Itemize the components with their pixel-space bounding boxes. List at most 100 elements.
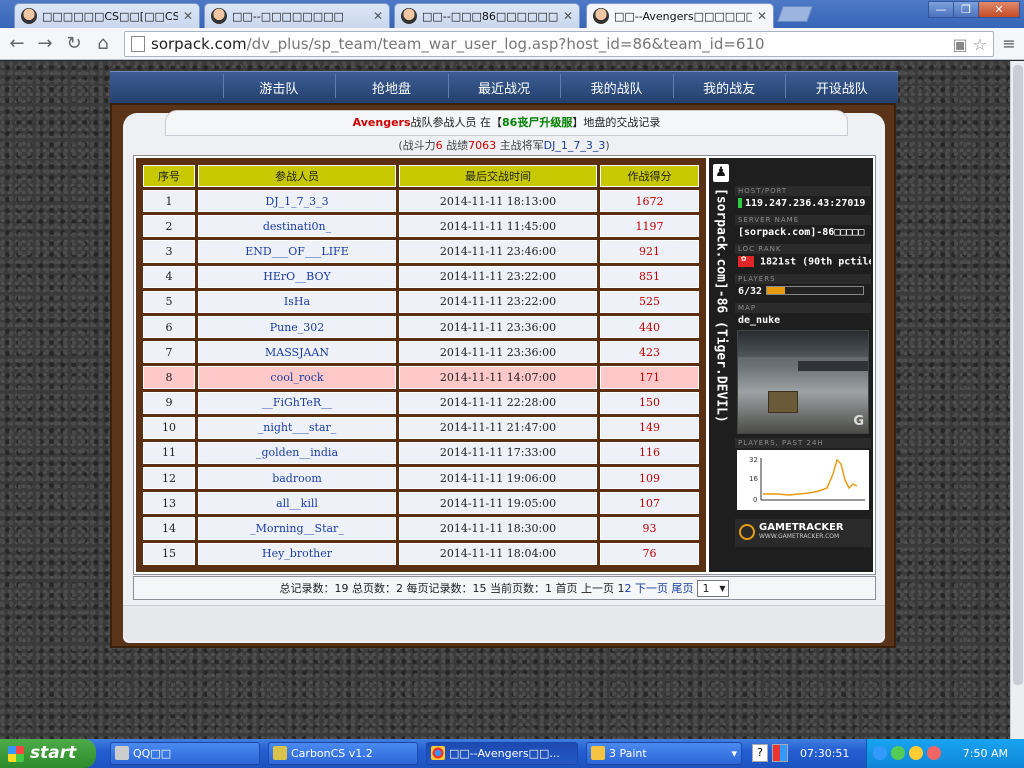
row-player-name[interactable]: all__kill <box>198 492 396 515</box>
last-page-link[interactable]: 尾页 <box>671 580 693 596</box>
taskbar-item-qq[interactable]: QQ□□ <box>110 742 260 765</box>
past-24h-label: PLAYERS, PAST 24H <box>735 437 871 448</box>
browser-tab-active[interactable]: □□--Avengers□□□□□□ ✕ <box>586 3 774 28</box>
taskbar-item-carboncs[interactable]: CarbonCS v1.2 <box>268 742 418 765</box>
panel-footer <box>123 605 885 641</box>
close-tab-icon[interactable]: ✕ <box>183 9 193 23</box>
scrollbar-thumb[interactable] <box>1013 65 1023 685</box>
row-player-name[interactable]: _Morning__Star_ <box>198 517 396 540</box>
tab-title: □□--□□□86□□□□□□□ <box>422 9 558 23</box>
nav-my-friends[interactable]: 我的战友 <box>672 74 786 98</box>
stats-captain[interactable]: DJ_1_7_3_3 <box>544 139 606 152</box>
bookmark-star-icon[interactable]: ▣ ☆ <box>952 35 987 54</box>
row-player-name[interactable]: Pune_302 <box>198 315 396 339</box>
taskbar-item-paint[interactable]: 3 Paint ▾ <box>586 742 742 765</box>
table-row: 11 _golden__india 2014-11-11 17:33:00 116 <box>143 441 699 465</box>
team-name[interactable]: Avengers <box>353 116 411 129</box>
taskbar-item-browser[interactable]: □□--Avengers□□... <box>426 742 578 765</box>
url-host: sorpack.com <box>151 35 247 53</box>
row-score: 851 <box>600 265 699 288</box>
home-icon[interactable]: ⌂ <box>92 33 114 54</box>
paint-icon <box>591 746 605 760</box>
favicon-icon <box>593 8 609 24</box>
nav-create-team[interactable]: 开设战队 <box>785 74 898 98</box>
table-row: 2 destinati0n_ 2014-11-11 11:45:00 1197 <box>143 215 699 238</box>
next-page-link[interactable]: 下一页 <box>635 580 668 596</box>
banner-details: HOST/PORT 119.247.236.43:27019 SERVER NA… <box>735 182 871 510</box>
page-2-link[interactable]: 2 <box>624 582 631 595</box>
stats-label: 战绩 <box>442 139 469 152</box>
forward-arrow-icon[interactable]: → <box>34 33 56 54</box>
app-icon[interactable] <box>772 744 788 762</box>
row-player-name[interactable]: cool_rock <box>198 366 396 389</box>
table-row: 13 all__kill 2014-11-11 19:05:00 107 <box>143 492 699 515</box>
gametracker-banner[interactable]: ♟ [sorpack.com]-86 (Tiger.DEVIL) HOST/PO… <box>709 158 873 572</box>
close-window-button[interactable]: ✕ <box>978 1 1020 18</box>
nav-territory[interactable]: 抢地盘 <box>335 74 448 98</box>
row-score: 525 <box>600 290 699 313</box>
players-label: PLAYERS <box>735 273 871 284</box>
rank-value: 1821st (90th pctile) <box>735 254 871 270</box>
row-player-name[interactable]: MASSJAAN <box>198 341 396 364</box>
table-row: 4 HErO__BOY 2014-11-11 23:22:00 851 <box>143 265 699 288</box>
close-tab-icon[interactable]: ✕ <box>757 9 767 23</box>
row-seq: 4 <box>143 265 195 288</box>
close-tab-icon[interactable]: ✕ <box>563 9 573 23</box>
host-address: 119.247.236.43:27019 <box>745 198 866 209</box>
tray-icon[interactable] <box>909 746 923 760</box>
menu-icon[interactable]: ≡ <box>1000 34 1018 53</box>
qq-icon <box>115 746 129 760</box>
back-arrow-icon[interactable]: ← <box>6 33 28 54</box>
row-score: 76 <box>600 542 699 565</box>
nav-recent-battles[interactable]: 最近战况 <box>447 74 561 98</box>
nav-guerrilla[interactable]: 游击队 <box>222 74 336 98</box>
page-select[interactable]: 1 <box>697 579 730 597</box>
tray-icon[interactable] <box>873 746 887 760</box>
browser-tab[interactable]: □□--□□□□□□□□ ✕ <box>204 3 390 28</box>
row-player-name[interactable]: DJ_1_7_3_3 <box>198 190 396 213</box>
row-player-name[interactable]: _night___star_ <box>198 416 396 439</box>
col-time-header: 最后交战时间 <box>399 165 597 187</box>
tray-icon[interactable] <box>891 746 905 760</box>
browser-toolbar: ← → ↻ ⌂ sorpack.com/dv_plus/sp_team/team… <box>0 28 1024 60</box>
row-player-name[interactable]: Hey_brother <box>198 542 396 565</box>
server-name[interactable]: 86丧尸升级服 <box>502 116 572 129</box>
row-seq: 14 <box>143 517 195 540</box>
row-score: 1672 <box>600 190 699 213</box>
row-last-battle-time: 2014-11-11 23:22:00 <box>399 265 597 288</box>
vertical-scrollbar[interactable] <box>1010 61 1024 739</box>
site-nav: 游击队 抢地盘 最近战况 我的战队 我的战友 开设战队 <box>110 71 898 103</box>
row-score: 921 <box>600 240 699 263</box>
tab-strip: □□□□□□CS□□[□□CS ✕ □□--□□□□□□□□ ✕ □□--□□□… <box>0 0 1024 28</box>
browser-tab[interactable]: □□--□□□86□□□□□□□ ✕ <box>394 3 580 28</box>
gametracker-brand[interactable]: GAMETRACKER WWW.GAMETRACKER.COM <box>735 519 871 547</box>
map-label: MAP <box>735 302 871 313</box>
row-seq: 9 <box>143 391 195 414</box>
address-bar[interactable]: sorpack.com/dv_plus/sp_team/team_war_use… <box>124 31 994 57</box>
col-score-header: 作战得分 <box>600 165 699 187</box>
map-wall <box>738 330 868 357</box>
row-score: 107 <box>600 492 699 515</box>
rank-label: LOC RANK <box>735 244 871 254</box>
browser-tab[interactable]: □□□□□□CS□□[□□CS ✕ <box>14 3 200 28</box>
row-player-name[interactable]: badroom <box>198 467 396 490</box>
row-score: 171 <box>600 366 699 389</box>
row-player-name[interactable]: HErO__BOY <box>198 265 396 288</box>
row-player-name[interactable]: END___OF___LIFE <box>198 240 396 263</box>
row-last-battle-time: 2014-11-11 22:28:00 <box>399 391 597 414</box>
windows-logo-icon <box>8 746 24 762</box>
help-icon[interactable]: ? <box>752 744 768 762</box>
row-player-name[interactable]: __FiGhTeR__ <box>198 391 396 414</box>
taskbar-item-label: □□--Avengers□□... <box>449 747 560 760</box>
tray-icon[interactable] <box>927 746 941 760</box>
row-player-name[interactable]: destinati0n_ <box>198 215 396 238</box>
close-tab-icon[interactable]: ✕ <box>373 9 383 23</box>
row-player-name[interactable]: _golden__india <box>198 441 396 465</box>
minimize-button[interactable]: — <box>928 1 954 18</box>
nav-my-team[interactable]: 我的战队 <box>560 74 673 98</box>
row-player-name[interactable]: IsHa <box>198 290 396 313</box>
start-button[interactable]: start <box>0 739 96 768</box>
reload-icon[interactable]: ↻ <box>63 33 85 54</box>
new-tab-button[interactable] <box>777 6 813 22</box>
maximize-button[interactable]: ❐ <box>953 1 979 18</box>
